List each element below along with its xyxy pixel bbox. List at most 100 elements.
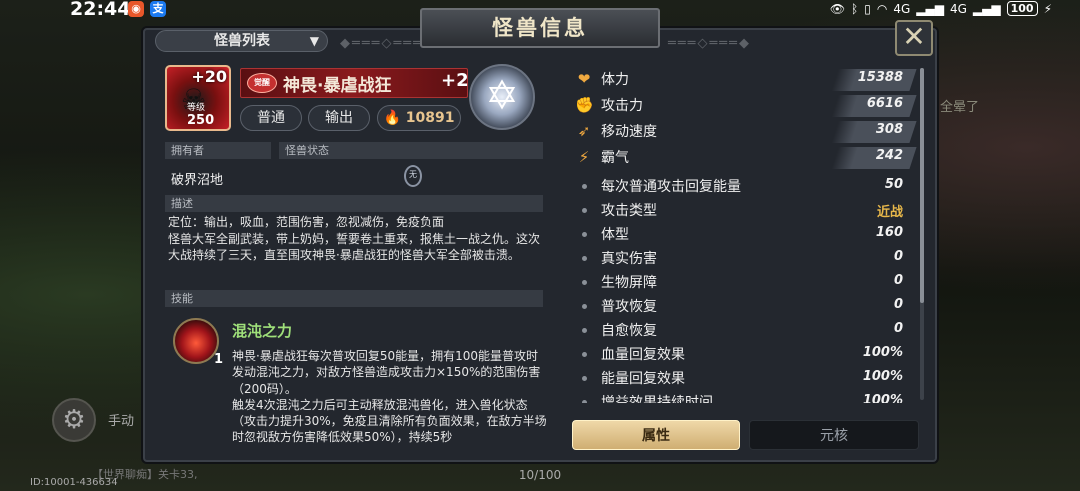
skill-desc-part2: 触发4次混沌之力后可主动释放混沌兽化，进入兽化状态（攻击力提升30%，免疫且清除…	[232, 397, 547, 445]
vibrate-icon: ▯	[864, 1, 871, 16]
stat-label: 自愈恢复	[601, 323, 657, 339]
tab-attributes[interactable]: 属性	[572, 420, 740, 450]
wifi-icon: ◠	[876, 1, 888, 16]
tab-core[interactable]: 元核	[749, 420, 919, 450]
stat-value-box	[831, 147, 917, 169]
speed-icon: ➶	[577, 122, 591, 140]
bullet-icon	[582, 352, 587, 357]
monster-description: 定位：输出，吸血，范围伤害，忽视减伤，免疫负面 怪兽大军全副武装，带上奶妈，誓要…	[168, 214, 544, 264]
stat-row-attack: ✊ 攻击力 6616	[573, 94, 917, 118]
bullet-icon	[582, 376, 587, 381]
bg-combat-text: 全晕了	[940, 100, 980, 115]
bullet-icon	[582, 328, 587, 333]
stat-label: 移动速度	[601, 124, 657, 140]
signal-icon: ▂▄▆	[916, 1, 944, 16]
header-ornament-left: ◆═══◇═══	[340, 36, 423, 51]
status-header: 怪兽状态	[279, 142, 543, 159]
panel-title: 怪兽信息	[420, 8, 660, 48]
bottom-tabs: 属性 元核	[572, 420, 919, 450]
stat-label: 体型	[601, 227, 629, 243]
stat-label: 霸气	[601, 150, 629, 166]
gear-icon[interactable]: ⚙	[52, 398, 96, 442]
stat-row-attack-type: 攻击类型 近战	[573, 199, 913, 223]
stat-value: 0	[893, 273, 903, 288]
stat-label: 体力	[601, 72, 629, 88]
owner-value: 破界沼地	[171, 173, 224, 188]
stat-value: 100%	[862, 369, 903, 384]
stat-value: 50	[884, 177, 903, 192]
bluetooth-icon: ᛒ	[851, 1, 859, 16]
status-indicators: 👁 ᛒ ▯ ◠ 4G ▂▄▆ 4G ▂▄▆ 100 ⚡	[830, 1, 1052, 16]
alipay-icon: 支	[150, 1, 166, 17]
header-ornament-right: ═══◇═══◆	[668, 36, 751, 51]
skill-level: 1	[214, 352, 224, 367]
description-roles: 定位：输出，吸血，范围伤害，忽视减伤，免疫负面	[168, 215, 445, 229]
stat-row-dominance: ⚡ 霸气 242	[573, 146, 917, 170]
stat-row-hp: ❤ 体力 15388	[573, 68, 917, 92]
stat-value: 308	[875, 122, 903, 137]
network-type-2: 4G	[949, 1, 967, 16]
stat-value: 100%	[862, 345, 903, 360]
star-rank-emblem[interactable]: ✡	[469, 64, 535, 130]
stat-row-bio-barrier: 生物屏障 0	[573, 271, 913, 295]
stat-row-hp-regen-effect: 血量回复效果 100%	[573, 343, 913, 367]
stat-value: 242	[875, 148, 903, 163]
description-lore: 怪兽大军全副武装，带上奶妈，誓要卷土重来，报焦土一战之仇。这次大战持续了三天，直…	[168, 231, 541, 263]
stat-value-box	[831, 121, 917, 143]
stat-value: 15388	[857, 70, 903, 85]
bullet-icon	[582, 280, 587, 285]
skill-desc-part1: 神畏·暴虐战狂每次普攻回复50能量，拥有100能量普攻时发动混沌之力，对敌方怪兽…	[232, 349, 541, 396]
combat-power: 🔥 10891	[377, 105, 461, 131]
bullet-icon	[582, 208, 587, 213]
stat-label: 每次普通攻击回复能量	[601, 179, 741, 195]
level-label: 等级	[187, 103, 206, 113]
chaos-skill-icon[interactable]	[173, 318, 219, 364]
stat-value: 160	[875, 225, 903, 240]
charging-icon: ⚡	[1043, 1, 1052, 16]
bullet-icon	[582, 304, 587, 309]
stats-section: ❤ 体力 15388 ✊ 攻击力 6616 ➶ 移动速度 308 ⚡ 霸气 24…	[565, 62, 927, 457]
status-clock: 22:44	[70, 0, 131, 20]
skill-name: 混沌之力	[232, 322, 293, 340]
flame-icon: 🔥	[383, 110, 401, 126]
stat-row-speed: ➶ 移动速度 308	[573, 120, 917, 144]
signal-icon: ▂▄▆	[972, 1, 1001, 16]
scrollbar-thumb[interactable]	[920, 68, 924, 303]
bullet-icon	[582, 400, 587, 403]
portrait-plus-level: +20	[191, 67, 227, 86]
monster-list-dropdown[interactable]: 怪兽列表 ▼	[155, 30, 328, 52]
stat-label: 能量回复效果	[601, 371, 685, 387]
skill-header: 技能	[165, 290, 543, 307]
stat-label: 生物屏障	[601, 275, 657, 291]
chevron-down-icon: ▼	[309, 34, 319, 48]
stat-row-energy-per-attack: 每次普通攻击回复能量 50	[573, 175, 913, 199]
stat-label: 增益效果持续时间	[601, 395, 713, 403]
stat-label: 血量回复效果	[601, 347, 685, 363]
combat-power-value: 10891	[405, 110, 455, 126]
stat-row-energy-regen-effect: 能量回复效果 100%	[573, 367, 913, 391]
stat-value: 0	[893, 249, 903, 264]
status-indicator-icon[interactable]: 无	[404, 165, 422, 187]
fist-icon: ✊	[575, 96, 594, 114]
close-icon: ✕	[902, 20, 926, 53]
manual-toggle-label[interactable]: 手动	[108, 410, 134, 429]
stat-value: 100%	[862, 393, 903, 403]
eye-icon: 👁	[829, 1, 846, 16]
stat-label: 真实伤害	[601, 251, 657, 267]
monster-name-banner: 觉醒 神畏·暴虐战狂 +2	[240, 68, 469, 98]
bullet-icon	[582, 232, 587, 237]
close-button[interactable]: ✕	[895, 20, 933, 56]
stat-label: 攻击力	[601, 98, 643, 114]
stats-scrollbar[interactable]	[920, 68, 924, 400]
user-id: ID:10001-436634	[30, 477, 118, 488]
stat-value: 6616	[866, 96, 903, 111]
stat-label: 攻击类型	[601, 203, 657, 219]
wave-progress: 10/100	[518, 468, 562, 482]
portrait-level: 等级250	[187, 100, 229, 128]
stat-row-attack-recovery: 普攻恢复 0	[573, 295, 913, 319]
dropdown-label: 怪兽列表	[214, 33, 270, 49]
stat-label: 普攻恢复	[601, 299, 657, 315]
monster-portrait[interactable]: ☠ +20 等级250	[165, 65, 231, 131]
heart-icon: ❤	[577, 70, 591, 88]
awakened-badge: 觉醒	[247, 73, 277, 93]
